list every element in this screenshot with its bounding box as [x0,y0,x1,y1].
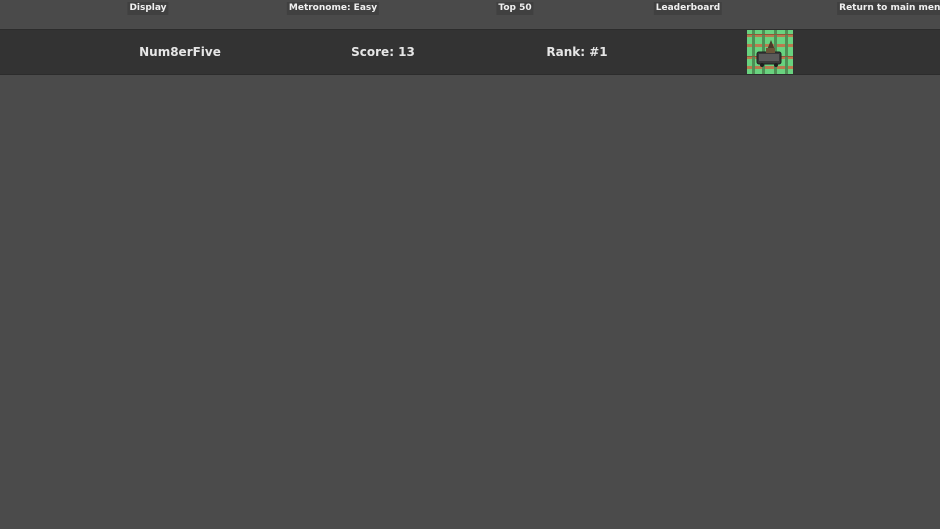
leaderboard-button[interactable]: Leaderboard [653,2,723,15]
player-rank: Rank: #1 [546,45,608,59]
return-to-main-menu-button[interactable]: Return to main menu [837,2,940,15]
player-score: Score: 13 [351,45,415,59]
top-menu-bar: Display Metronome: Easy Top 50 Leaderboa… [0,0,940,28]
top-50-button[interactable]: Top 50 [496,2,534,15]
game-screen: Display Metronome: Easy Top 50 Leaderboa… [0,0,940,529]
display-button[interactable]: Display [127,2,169,15]
leaderboard-row: Num8erFive Score: 13 Rank: #1 [0,29,940,75]
metronome-button[interactable]: Metronome: Easy [286,2,380,15]
player-name: Num8erFive [139,45,221,59]
minecart-track-thumbnail-icon [747,30,793,74]
